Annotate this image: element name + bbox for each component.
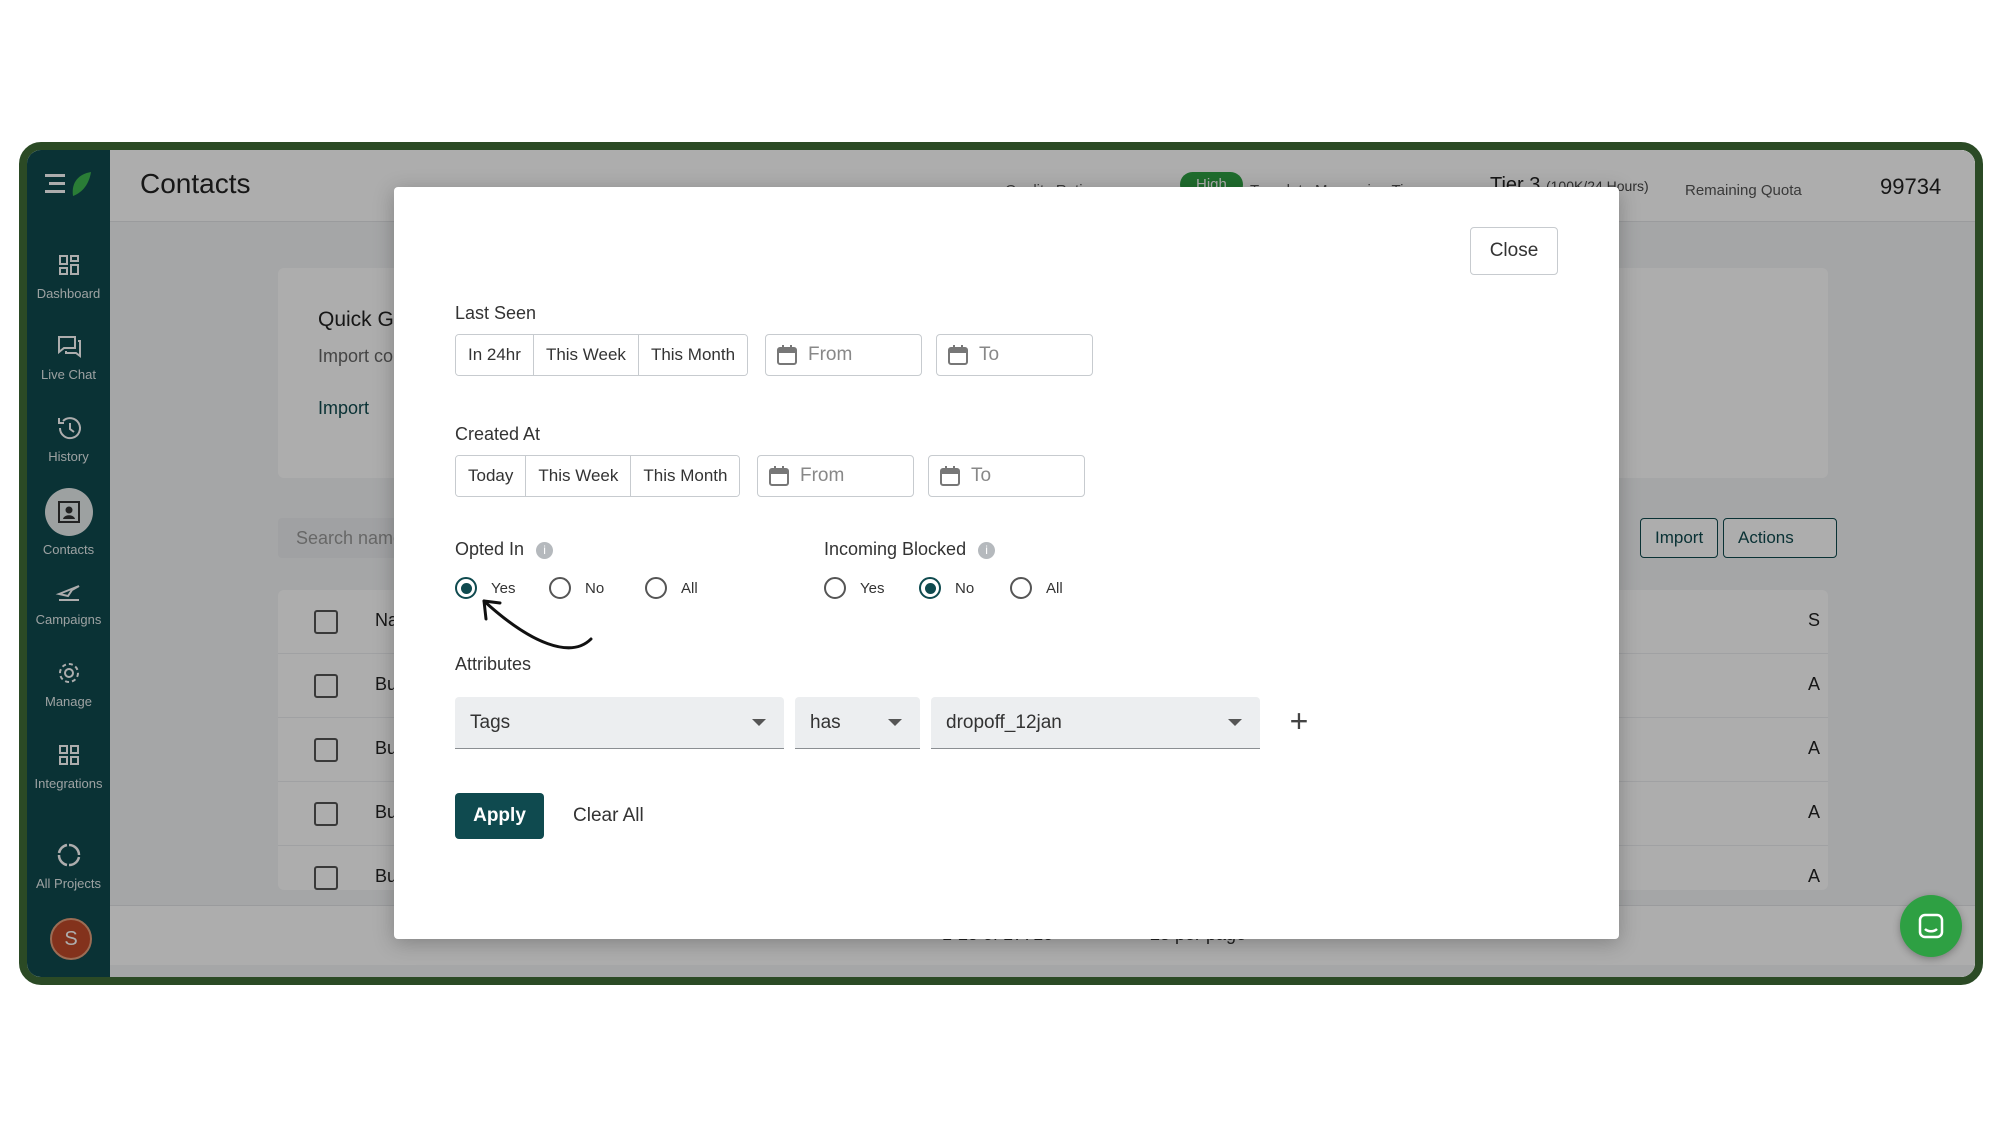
annotation-arrow-icon (482, 599, 593, 650)
radio-circle-selected (919, 577, 941, 599)
created-at-this-month[interactable]: This Month (631, 456, 740, 496)
opted-in-label: Opted In i (455, 539, 554, 560)
apply-button[interactable]: Apply (455, 793, 544, 839)
calendar-icon (948, 345, 968, 365)
incoming-blocked-label-text: Incoming Blocked (824, 539, 967, 559)
attributes-label: Attributes (455, 654, 532, 674)
calendar-icon (940, 466, 960, 486)
calendar-icon (777, 345, 797, 365)
info-icon[interactable]: i (536, 541, 554, 559)
chat-bubble-icon (1918, 913, 1944, 939)
created-at-this-week[interactable]: This Week (526, 456, 632, 496)
last-seen-label: Last Seen (455, 303, 537, 323)
radio-circle (1010, 577, 1032, 599)
radio-label: All (1046, 579, 1063, 597)
last-seen-in-24hr[interactable]: In 24hr (456, 335, 534, 375)
info-icon[interactable]: i (978, 541, 996, 559)
incoming-blocked-label: Incoming Blocked i (824, 539, 996, 560)
filter-modal: Close Last Seen In 24hr This Week This M… (394, 187, 1619, 939)
created-at-range-group: Today This Week This Month (455, 455, 741, 497)
clear-all-button[interactable]: Clear All (573, 805, 644, 827)
from-placeholder: From (808, 344, 853, 365)
last-seen-this-week[interactable]: This Week (533, 335, 639, 375)
select-value: dropoff_12jan (946, 711, 1062, 733)
radio-circle-selected (455, 577, 477, 599)
calendar-icon (769, 466, 789, 486)
created-at-today[interactable]: Today (456, 456, 527, 496)
chevron-down-icon (752, 719, 766, 726)
add-attribute-icon[interactable]: + (1281, 701, 1317, 741)
radio-circle (824, 577, 846, 599)
last-seen-range-group: In 24hr This Week This Month (455, 334, 749, 376)
opted-in-all-radio[interactable]: All (645, 577, 698, 599)
to-placeholder: To (971, 465, 992, 486)
created-at-from-input[interactable]: From (757, 455, 914, 497)
chat-widget-button[interactable] (1900, 895, 1962, 957)
to-placeholder: To (979, 344, 1000, 365)
created-at-to-input[interactable]: To (928, 455, 1085, 497)
from-placeholder: From (800, 465, 845, 486)
last-seen-from-input[interactable]: From (765, 334, 922, 376)
select-value: has (810, 711, 841, 733)
last-seen-to-input[interactable]: To (936, 334, 1093, 376)
chevron-down-icon (888, 719, 902, 726)
created-at-label: Created At (455, 424, 541, 444)
attribute-field-select[interactable]: Tags (455, 697, 784, 749)
chevron-down-icon (1228, 719, 1242, 726)
radio-label: No (955, 579, 975, 597)
close-button[interactable]: Close (1470, 227, 1558, 275)
radio-circle (645, 577, 667, 599)
radio-label: All (681, 579, 698, 597)
radio-label: Yes (860, 579, 885, 597)
select-value: Tags (470, 711, 511, 733)
last-seen-this-month[interactable]: This Month (638, 335, 748, 375)
incoming-blocked-no-radio[interactable]: No (919, 577, 974, 599)
opted-in-label-text: Opted In (455, 539, 525, 559)
incoming-blocked-all-radio[interactable]: All (1010, 577, 1063, 599)
attribute-value-select[interactable]: dropoff_12jan (931, 697, 1260, 749)
incoming-blocked-yes-radio[interactable]: Yes (824, 577, 884, 599)
attribute-operator-select[interactable]: has (795, 697, 920, 749)
